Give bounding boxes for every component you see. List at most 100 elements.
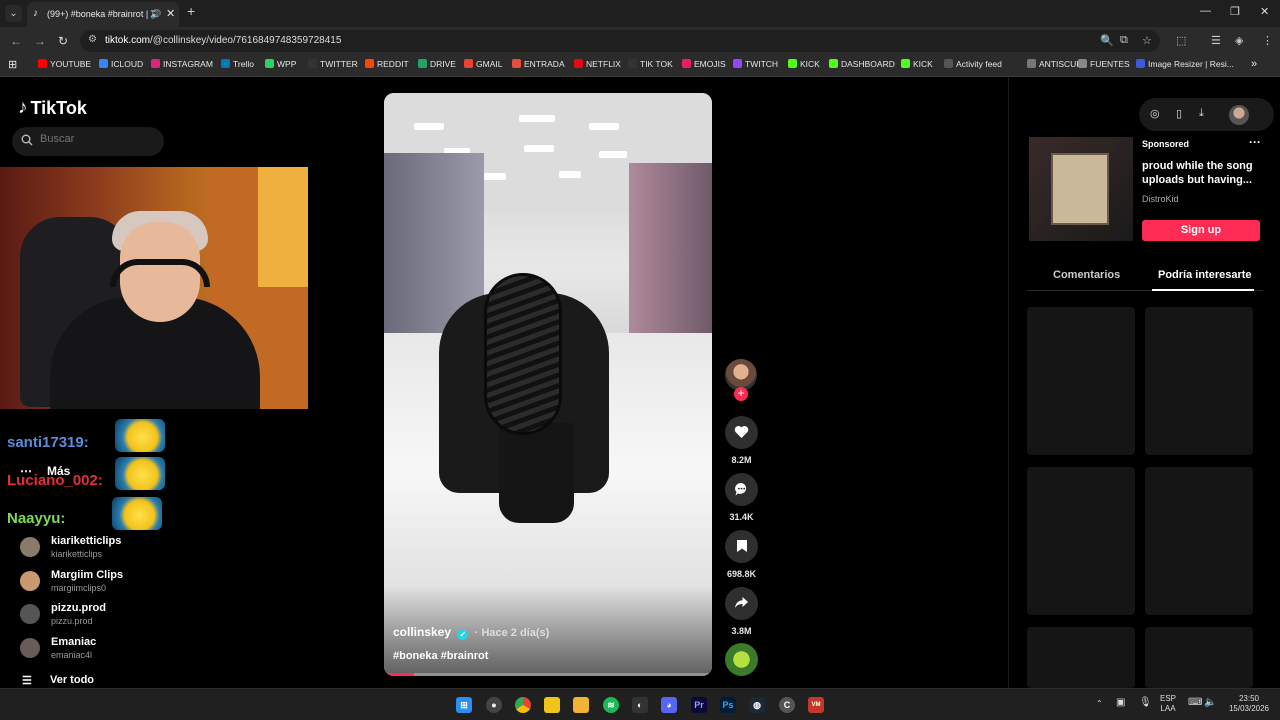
tab-suggested[interactable]: Podría interesarte [1158, 269, 1252, 281]
bookmark-item[interactable]: DASHBOARD [829, 59, 895, 69]
photoshop-icon[interactable]: Ps [720, 697, 736, 713]
ad-more-icon[interactable]: ··· [1249, 135, 1261, 149]
bookmark-item[interactable]: INSTAGRAM [151, 59, 213, 69]
bookmark-item[interactable]: DRIVE [418, 59, 456, 69]
bookmark-item[interactable]: Activity feed [944, 59, 1002, 69]
suggested-video-card[interactable] [1027, 467, 1135, 615]
volume-icon[interactable]: 🔈 [1204, 698, 1216, 708]
network-icon[interactable]: ⌨ [1188, 698, 1202, 708]
bookmark-item[interactable]: TWITTER [308, 59, 358, 69]
tab-close-icon[interactable]: ✕ [166, 2, 175, 26]
discord-icon[interactable]: ◕ [661, 697, 677, 713]
bookmark-item[interactable]: YOUTUBE [38, 59, 91, 69]
obs-icon[interactable]: ● [486, 697, 502, 713]
zoom-icon[interactable]: 🔍 [1100, 34, 1114, 47]
reading-list-icon[interactable]: ☰ [1211, 34, 1221, 47]
save-button[interactable] [725, 530, 758, 563]
minimize-icon[interactable]: — [1200, 5, 1211, 17]
bookmarks-overflow-icon[interactable]: » [1251, 58, 1257, 70]
bookmark-star-icon[interactable]: ☆ [1142, 34, 1152, 47]
browser-tab[interactable]: ♪ (99+) #boneka #brainrot | T 🔊 ✕ [27, 2, 179, 27]
bookmark-item[interactable]: GMAIL [464, 59, 502, 69]
account-item[interactable]: Emaniac emaniac4l [20, 636, 200, 666]
cast-icon[interactable]: ⧉ [1120, 34, 1128, 47]
reddit-icon [365, 59, 374, 68]
tray-app-icon[interactable]: ▣ [1116, 698, 1125, 708]
app-icon[interactable]: ◐ [632, 697, 648, 713]
url-bar[interactable]: ⚙ tiktok.com/@collinskey/video/761684974… [80, 30, 1160, 52]
tray-overflow-icon[interactable]: ⌃ [1096, 699, 1103, 709]
bookmark-item[interactable]: TWITCH [733, 59, 778, 69]
site-info-icon[interactable]: ⚙ [88, 34, 97, 45]
suggested-video-card[interactable] [1027, 307, 1135, 455]
suggested-video-card[interactable] [1145, 627, 1253, 688]
suggested-video-card[interactable] [1145, 307, 1253, 455]
bookmark-item[interactable]: ICLOUD [99, 59, 143, 69]
download-icon[interactable]: ⤓ [1199, 107, 1204, 120]
new-tab-button[interactable]: + [187, 3, 195, 19]
video-author[interactable]: collinskey [393, 625, 451, 639]
signup-button[interactable]: Sign up [1142, 220, 1260, 241]
back-button[interactable]: ← [10, 34, 22, 48]
follow-plus-icon[interactable]: + [734, 387, 748, 401]
menu-icon[interactable]: ⋮ [1262, 34, 1273, 47]
search-icon [21, 134, 33, 146]
bookmark-item[interactable]: WPP [265, 59, 296, 69]
account-item[interactable]: kiariketticlips kiariketticlips [20, 535, 200, 565]
profile-extension-icon[interactable]: ◈ [1235, 34, 1243, 47]
search-input[interactable] [40, 133, 150, 145]
keyboard-layout[interactable]: ESP LAA [1160, 694, 1176, 714]
start-icon[interactable]: ⊞ [456, 697, 472, 713]
bookmark-item[interactable]: KICK [901, 59, 933, 69]
see-all-link[interactable]: Ver todo [50, 674, 94, 686]
suggested-video-card[interactable] [1027, 627, 1135, 688]
forward-button[interactable]: → [34, 34, 46, 48]
bookmark-item[interactable]: EMOJIS [682, 59, 726, 69]
spotify-icon[interactable]: ≋ [603, 697, 619, 713]
apps-grid-icon[interactable]: ⊞ [8, 58, 17, 71]
extensions-icon[interactable]: ⬚ [1176, 34, 1186, 47]
tab-search-button[interactable]: ⌄ [5, 5, 22, 22]
steam-icon[interactable]: ◍ [749, 697, 765, 713]
video-tags[interactable]: #boneka #brainrot [393, 650, 488, 662]
restore-icon[interactable]: ❐ [1230, 5, 1240, 18]
tiktok-logo[interactable]: ♪ TikTok [18, 97, 87, 119]
account-item[interactable]: pizzu.prod pizzu.prod [20, 602, 200, 632]
bookmark-item[interactable]: ENTRADA [512, 59, 565, 69]
reload-button[interactable]: ↻ [58, 34, 68, 48]
bookmark-item[interactable]: KICK [788, 59, 820, 69]
bookmark-item[interactable]: FUENTES [1078, 59, 1130, 69]
profile-avatar[interactable] [1229, 105, 1249, 125]
voicemeeter-icon[interactable]: VM [808, 697, 824, 713]
clock[interactable]: 23:50 15/03/2026 [1224, 694, 1274, 714]
instagram-icon [151, 59, 160, 68]
mobile-icon[interactable]: ▯ [1176, 107, 1182, 120]
bookmark-item[interactable]: REDDIT [365, 59, 409, 69]
account-item[interactable]: Margiim Clips margiimclips0 [20, 569, 200, 599]
app-icon[interactable]: C [779, 697, 795, 713]
video-player[interactable]: collinskey ✓ · Hace 2 día(s) #boneka #br… [384, 93, 712, 676]
sticky-notes-icon[interactable] [544, 697, 560, 713]
microphone-icon[interactable]: 🎙 [1139, 698, 1152, 708]
close-window-icon[interactable]: ✕ [1260, 5, 1269, 18]
file-explorer-icon[interactable] [573, 697, 589, 713]
bookmark-item[interactable]: NETFLIX [574, 59, 621, 69]
ad-title[interactable]: proud while the song uploads but having.… [1142, 159, 1267, 187]
search-box[interactable] [12, 127, 164, 156]
bookmark-item[interactable]: Image Resizer | Resi... [1136, 59, 1234, 69]
suggested-video-card[interactable] [1145, 467, 1253, 615]
bookmark-item[interactable]: TIK TOK [628, 59, 673, 69]
chrome-icon[interactable] [515, 697, 531, 713]
premiere-icon[interactable]: Pr [691, 697, 707, 713]
audio-playing-icon[interactable]: 🔊 [150, 2, 161, 26]
tab-comments[interactable]: Comentarios [1053, 269, 1120, 281]
video-progress-bar[interactable] [384, 673, 712, 676]
music-disc[interactable] [725, 643, 758, 676]
bookmark-item[interactable]: Trello [221, 59, 254, 69]
url-text[interactable]: tiktok.com/@collinskey/video/76168497483… [105, 35, 341, 46]
comment-button[interactable] [725, 473, 758, 506]
discover-icon[interactable]: ◎ [1150, 107, 1160, 120]
ad-thumbnail[interactable] [1029, 137, 1133, 241]
like-button[interactable] [725, 416, 758, 449]
share-button[interactable] [725, 587, 758, 620]
